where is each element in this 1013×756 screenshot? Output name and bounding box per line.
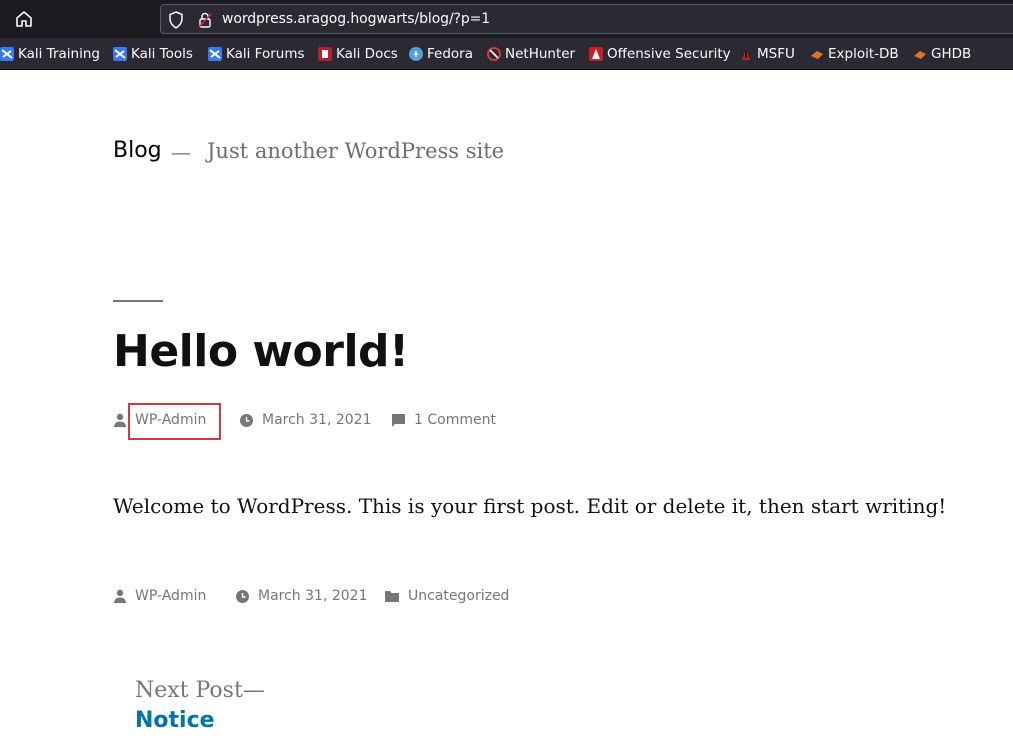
- footer-author-link[interactable]: WP-Admin: [135, 588, 206, 604]
- post-date-link[interactable]: March 31, 2021: [262, 412, 371, 428]
- fedora-icon: [409, 47, 423, 61]
- kali-dragon-icon: [208, 47, 222, 61]
- footer-date-link[interactable]: March 31, 2021: [258, 588, 367, 604]
- bookmark-kali-forums[interactable]: Kali Forums: [208, 46, 305, 62]
- bookmark-fedora[interactable]: Fedora: [409, 46, 473, 62]
- msfu-icon: [742, 48, 750, 60]
- nethunter-icon: [487, 47, 501, 61]
- kali-dragon-icon: [0, 47, 14, 61]
- next-post-label: Next Post—: [135, 678, 265, 703]
- post-title-divider: [113, 300, 163, 302]
- footer-category: Uncategorized: [384, 588, 509, 604]
- site-title-separator: —: [171, 140, 191, 164]
- author-highlight-box: [128, 403, 221, 440]
- site-title[interactable]: Blog: [113, 138, 162, 163]
- bookmark-kali-docs[interactable]: Kali Docs: [318, 46, 398, 62]
- offsec-icon: [589, 47, 603, 61]
- post-comments: 1 Comment: [391, 412, 496, 428]
- kali-docs-icon: [318, 47, 332, 61]
- bookmark-ghdb[interactable]: GHDB: [913, 46, 971, 62]
- person-icon: [114, 589, 126, 603]
- exploitdb-icon: [914, 51, 926, 59]
- post-comments-link[interactable]: 1 Comment: [414, 412, 496, 428]
- bookmark-exploit-db[interactable]: Exploit-DB: [810, 46, 899, 62]
- clock-icon: [240, 413, 253, 427]
- url-text[interactable]: wordpress.aragog.hogwarts/blog/?p=1: [222, 11, 490, 27]
- insecure-lock-icon[interactable]: [197, 11, 213, 33]
- post-date: March 31, 2021: [239, 412, 371, 428]
- clock-icon: [236, 589, 249, 603]
- footer-author: WP-Admin: [113, 588, 206, 604]
- site-description: Just another WordPress site: [207, 139, 505, 163]
- folder-icon: [385, 591, 399, 602]
- kali-dragon-icon: [113, 47, 127, 61]
- tracking-shield-icon[interactable]: [168, 11, 184, 33]
- post-title: Hello world!: [113, 326, 409, 377]
- bookmark-kali-tools[interactable]: Kali Tools: [113, 46, 193, 62]
- address-bar[interactable]: wordpress.aragog.hogwarts/blog/?p=1: [160, 4, 1013, 34]
- footer-date: March 31, 2021: [235, 588, 367, 604]
- next-post-link[interactable]: Notice: [135, 708, 215, 733]
- bookmarks-toolbar: Kali Training Kali Tools Kali Forums Kal…: [0, 38, 1013, 70]
- footer-category-link[interactable]: Uncategorized: [408, 588, 509, 604]
- bookmark-msfu[interactable]: MSFU: [739, 46, 795, 62]
- exploitdb-icon: [811, 51, 823, 59]
- post-content: Welcome to WordPress. This is your first…: [113, 494, 947, 518]
- bookmark-nethunter[interactable]: NetHunter: [487, 46, 575, 62]
- home-icon[interactable]: [12, 8, 36, 30]
- bookmark-offensive-security[interactable]: Offensive Security: [589, 46, 731, 62]
- bookmark-kali-training[interactable]: Kali Training: [0, 46, 100, 62]
- person-icon: [114, 413, 126, 427]
- comment-icon: [392, 413, 405, 427]
- browser-toolbar: wordpress.aragog.hogwarts/blog/?p=1: [0, 0, 1013, 38]
